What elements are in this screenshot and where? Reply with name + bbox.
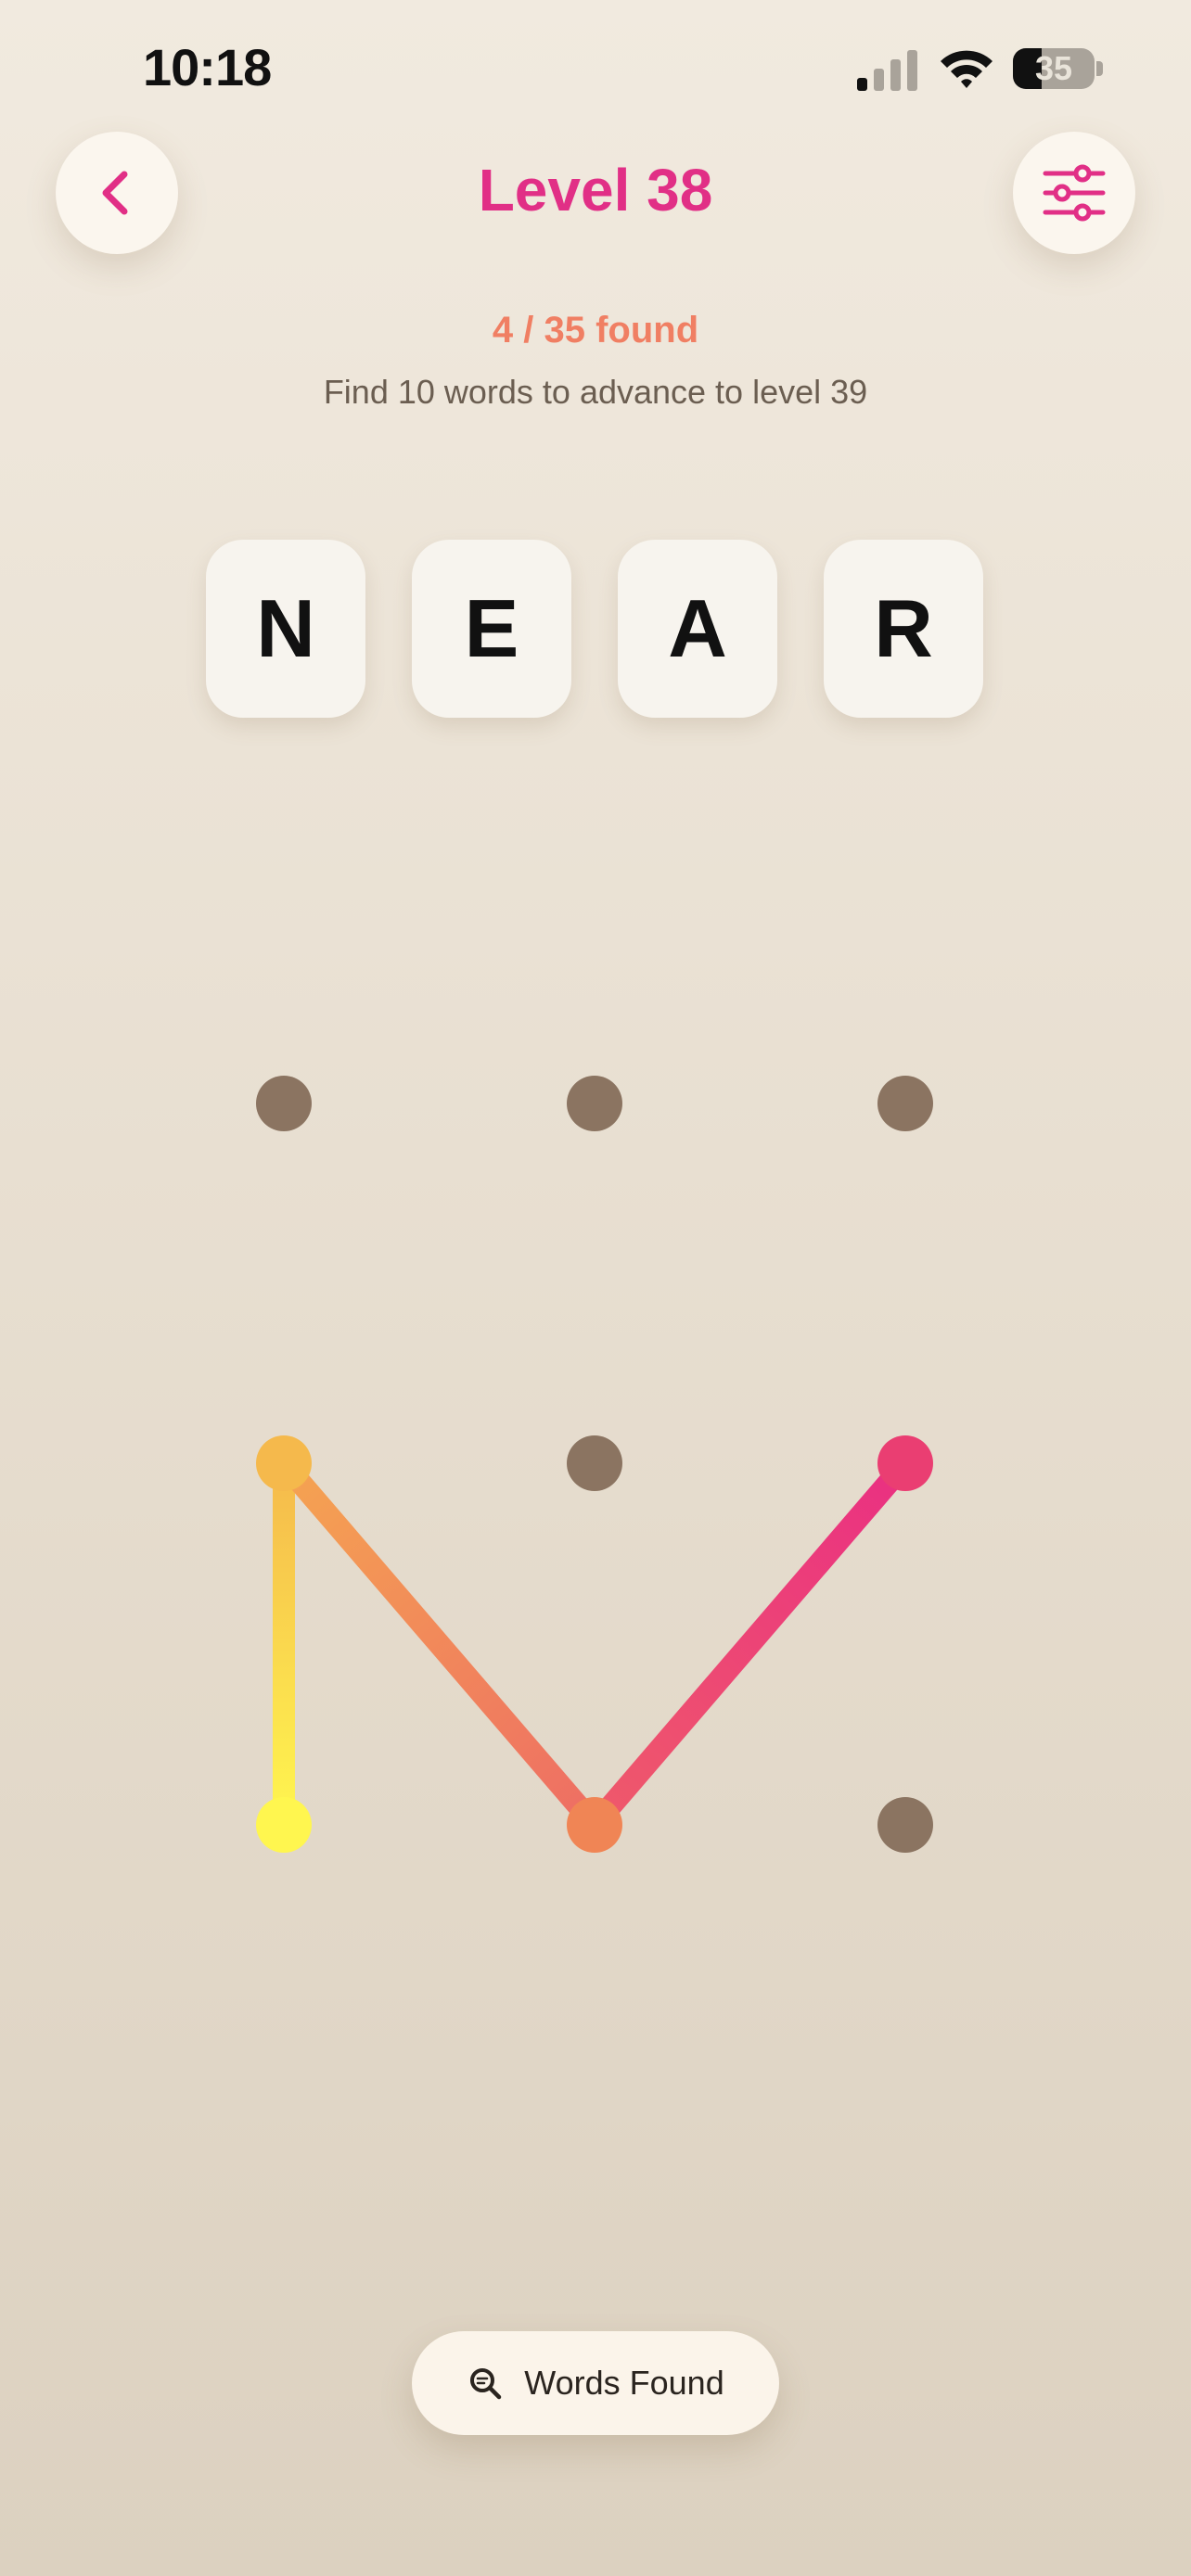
grid-dot-active[interactable] [567,1797,622,1853]
words-found-label: Words Found [524,2364,724,2402]
grid-dot[interactable] [567,1435,622,1491]
dot-grid[interactable] [0,0,1191,2576]
drawn-path [273,1452,916,1836]
grid-dot-active[interactable] [256,1797,312,1853]
grid-dot[interactable] [567,1076,622,1131]
grid-dot-active[interactable] [256,1435,312,1491]
grid-dot[interactable] [256,1076,312,1131]
grid-dot-active[interactable] [877,1435,933,1491]
search-icon [470,2368,502,2400]
grid-dot[interactable] [877,1076,933,1131]
grid-dot[interactable] [877,1797,933,1853]
words-found-button[interactable]: Words Found [412,2331,779,2435]
